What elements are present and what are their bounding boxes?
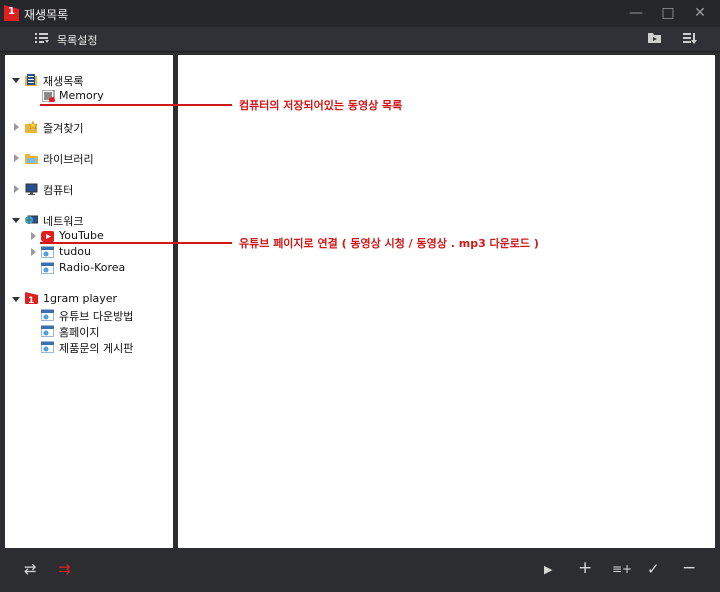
tree-label-library: 라이브러리 <box>43 153 94 166</box>
tree-item-network[interactable]: 네트워크 <box>5 213 165 228</box>
annotation-line-youtube <box>40 242 232 244</box>
shuffle-icon[interactable]: ⇉ <box>58 560 71 578</box>
minimize-button[interactable]: — <box>620 0 652 27</box>
radio-korea-web-icon <box>41 262 54 274</box>
tree-item-memory[interactable]: Memory <box>5 89 165 104</box>
annotation-youtube: 유튜브 페이지로 연결 ( 동영상 시청 / 동영상 . mp3 다운로드 ) <box>239 237 539 250</box>
tree-label-network: 네트워크 <box>43 215 84 228</box>
web-page-icon <box>41 341 54 353</box>
library-folder-icon <box>25 154 38 164</box>
folder-play-icon[interactable] <box>648 32 662 44</box>
window-title: 재생목록 <box>24 8 69 22</box>
bottom-bar: ⇄ ⇉ ▶ + ≡+ ✓ − <box>0 548 720 592</box>
playlist-folder-icon <box>25 74 37 86</box>
web-page-icon <box>41 325 54 337</box>
expand-arrow-icon[interactable] <box>14 154 19 162</box>
tree-label-homepage: 홈페이지 <box>59 326 100 339</box>
list-settings-button[interactable]: 목록설정 <box>57 32 97 48</box>
tree-label-1gram-player: 1gram player <box>43 292 118 305</box>
tree-item-favorites[interactable]: 즐겨찾기 <box>5 120 165 135</box>
tree-label-inquiry: 제품문의 게시판 <box>59 342 134 355</box>
1gram-logo-icon: 1 <box>25 292 38 304</box>
annotation-line-memory <box>40 104 232 106</box>
expand-arrow-icon[interactable] <box>12 78 20 83</box>
tree-item-radio-korea[interactable]: Radio-Korea <box>5 261 165 276</box>
app-logo-text: 1 <box>8 6 15 17</box>
memory-film-icon <box>42 90 55 102</box>
title-bar: 1 재생목록 — □ ✕ <box>0 0 720 27</box>
play-icon[interactable]: ▶ <box>544 563 552 576</box>
network-globe-icon <box>25 215 38 224</box>
sort-icon[interactable] <box>683 32 697 44</box>
repeat-icon[interactable]: ⇄ <box>24 560 37 578</box>
tree-label-memory: Memory <box>59 89 104 102</box>
tree-item-tudou[interactable]: tudou <box>5 245 165 260</box>
tree-label-favorites: 즐겨찾기 <box>43 122 84 135</box>
check-icon[interactable]: ✓ <box>647 560 660 578</box>
expand-arrow-icon[interactable] <box>14 185 19 193</box>
tree-item-inquiry[interactable]: 제품문의 게시판 <box>5 340 165 355</box>
tree-item-youtube-download[interactable]: 유튜브 다운방법 <box>5 308 165 323</box>
expand-arrow-icon[interactable] <box>31 232 36 240</box>
svg-text:1: 1 <box>28 296 34 304</box>
playlist-content-panel[interactable] <box>178 55 715 548</box>
close-button[interactable]: ✕ <box>684 0 716 27</box>
annotation-memory: 컴퓨터의 저장되어있는 동영상 목록 <box>239 99 403 112</box>
expand-arrow-icon[interactable] <box>31 248 36 256</box>
expand-arrow-icon[interactable] <box>12 297 20 302</box>
tree-label-youtube: YouTube <box>59 229 104 242</box>
tree-panel[interactable]: 재생목록 Memory 즐겨찾기 라이브러리 컴퓨터 네트워크 YouTube … <box>5 55 173 548</box>
add-icon[interactable]: + <box>578 558 592 578</box>
add-list-icon[interactable]: ≡+ <box>612 562 632 576</box>
expand-arrow-icon[interactable] <box>12 218 20 223</box>
favorites-star-icon <box>25 121 38 133</box>
tree-label-playlist: 재생목록 <box>43 75 84 88</box>
tree-item-computer[interactable]: 컴퓨터 <box>5 182 165 197</box>
tree-label-youtube-download: 유튜브 다운방법 <box>59 310 134 323</box>
tree-item-1gram-player[interactable]: 1 1gram player <box>5 292 165 307</box>
maximize-button[interactable]: □ <box>652 0 684 27</box>
app-logo-icon: 1 <box>4 5 19 21</box>
youtube-icon <box>41 231 54 242</box>
tree-label-computer: 컴퓨터 <box>43 184 74 197</box>
tree-label-radio-korea: Radio-Korea <box>59 261 126 274</box>
list-settings-icon[interactable] <box>35 32 49 44</box>
web-page-icon <box>41 309 54 321</box>
computer-monitor-icon <box>25 183 38 195</box>
expand-arrow-icon[interactable] <box>14 123 19 131</box>
tree-item-homepage[interactable]: 홈페이지 <box>5 324 165 339</box>
tree-label-tudou: tudou <box>59 245 91 258</box>
remove-icon[interactable]: − <box>682 558 696 578</box>
toolbar: 목록설정 <box>0 27 720 52</box>
tudou-web-icon <box>41 246 54 258</box>
tree-item-playlist[interactable]: 재생목록 <box>5 73 165 88</box>
tree-item-library[interactable]: 라이브러리 <box>5 151 165 166</box>
